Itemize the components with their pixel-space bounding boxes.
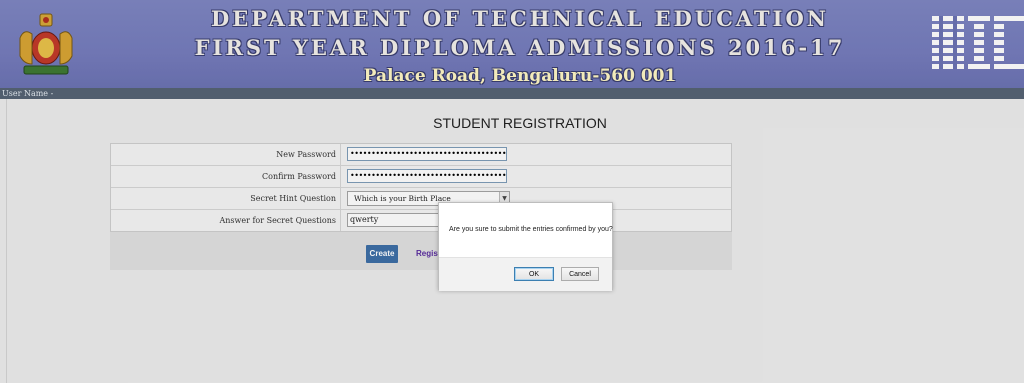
ok-button[interactable]: OK: [514, 267, 554, 281]
modal-overlay: [0, 0, 1024, 383]
dialog-footer: OK Cancel: [439, 257, 612, 291]
cancel-button[interactable]: Cancel: [561, 267, 599, 281]
page: DEPARTMENT OF TECHNICAL EDUCATION FIRST …: [0, 0, 1024, 383]
confirm-dialog: Are you sure to submit the entries confi…: [438, 202, 613, 291]
dialog-message: Are you sure to submit the entries confi…: [449, 226, 613, 233]
